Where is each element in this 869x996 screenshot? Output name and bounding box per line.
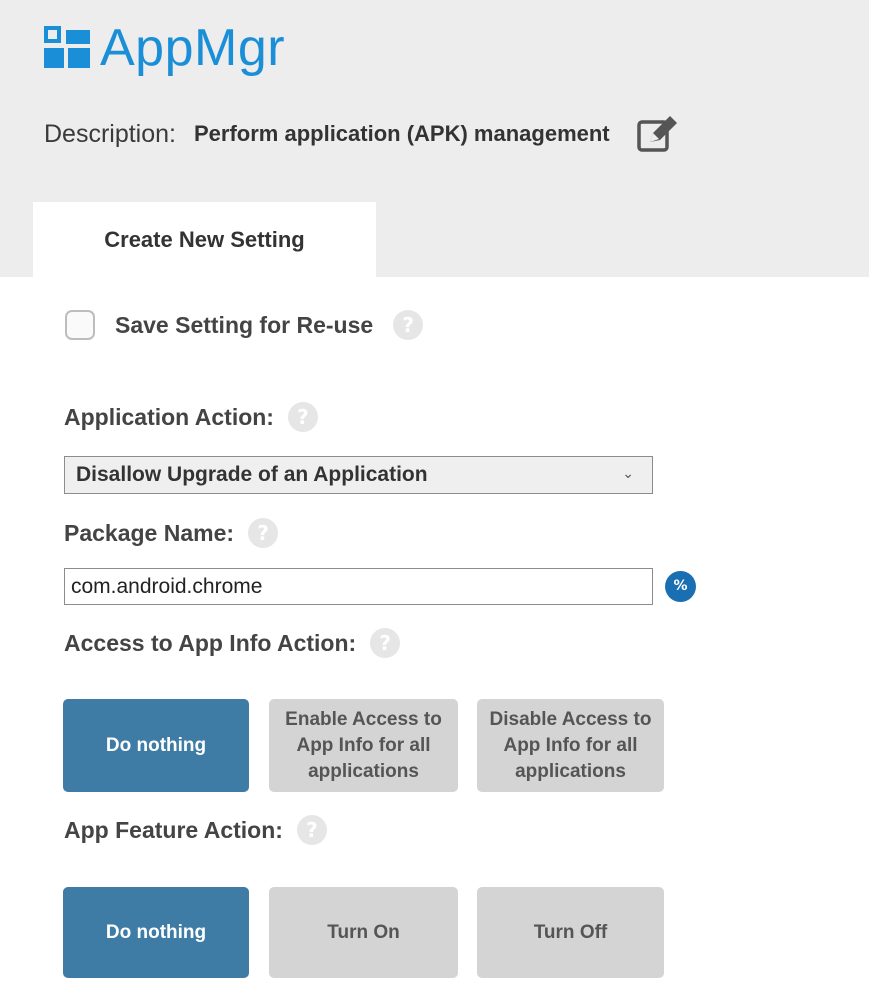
app-feature-do-nothing-button[interactable]: Do nothing	[63, 887, 249, 978]
description-text: Perform application (APK) management	[194, 121, 610, 146]
save-setting-checkbox[interactable]	[65, 310, 95, 340]
help-icon[interactable]: ?	[248, 518, 279, 548]
help-icon[interactable]: ?	[296, 815, 327, 845]
tab-create-new-setting[interactable]: Create New Setting	[33, 202, 376, 278]
app-feature-action-label: App Feature Action:	[64, 816, 283, 843]
app-info-action-label: Access to App Info Action:	[64, 629, 357, 656]
help-icon[interactable]: ?	[287, 402, 318, 432]
application-action-value: Disallow Upgrade of an Application	[76, 463, 428, 486]
help-icon[interactable]: ?	[393, 310, 424, 340]
app-title: AppMgr	[100, 19, 286, 77]
edit-icon[interactable]	[636, 114, 680, 154]
tab-label: Create New Setting	[104, 227, 305, 252]
app-feature-action-label-row: App Feature Action: ?	[64, 813, 327, 847]
description-label: Description:	[44, 119, 176, 148]
turn-on-button[interactable]: Turn On	[269, 887, 458, 978]
disable-app-info-access-button[interactable]: Disable Access to App Info for all appli…	[477, 699, 664, 792]
help-icon[interactable]: ?	[370, 628, 401, 658]
turn-off-button[interactable]: Turn Off	[477, 887, 664, 978]
application-action-select[interactable]: Disallow Upgrade of an Application ⌄	[64, 456, 653, 494]
enable-app-info-access-button[interactable]: Enable Access to App Info for all applic…	[269, 699, 458, 792]
chevron-down-icon: ⌄	[622, 465, 634, 481]
application-action-label-row: Application Action: ?	[64, 400, 318, 434]
save-setting-label: Save Setting for Re-use	[115, 311, 374, 338]
description-row: Description: Perform application (APK) m…	[44, 112, 680, 156]
variable-insert-icon[interactable]: %	[665, 571, 696, 602]
package-name-input[interactable]	[64, 568, 653, 605]
package-name-label: Package Name:	[64, 519, 235, 546]
package-name-label-row: Package Name: ?	[64, 516, 279, 550]
application-action-label: Application Action:	[64, 403, 274, 430]
app-info-action-label-row: Access to App Info Action: ?	[64, 626, 401, 660]
app-title-row: AppMgr	[44, 16, 285, 80]
app-info-do-nothing-button[interactable]: Do nothing	[63, 699, 249, 792]
save-setting-row: Save Setting for Re-use ?	[65, 304, 424, 346]
app-grid-icon	[44, 26, 92, 70]
